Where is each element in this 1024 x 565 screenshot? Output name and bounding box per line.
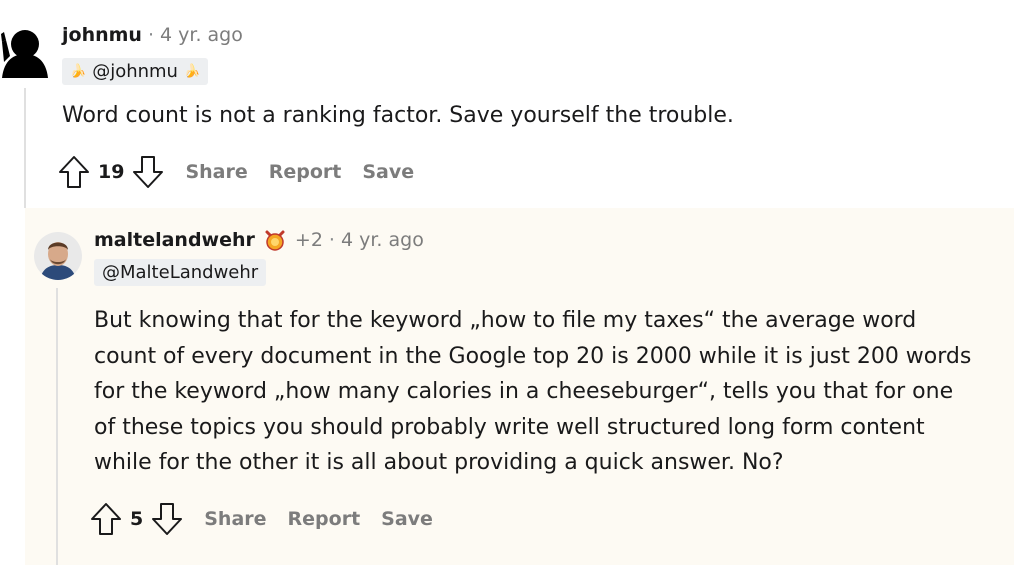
comment-body-line: for the keyword „how many calories in a …	[94, 379, 954, 404]
save-button[interactable]: Save	[362, 161, 414, 183]
comment-body-line: of these topics you should probably writ…	[94, 414, 925, 440]
award-icon[interactable]	[263, 228, 287, 252]
separator-dot: ·	[147, 24, 154, 46]
vote-score: 5	[130, 508, 144, 530]
separator-dot: ·	[328, 229, 335, 251]
save-button[interactable]: Save	[381, 508, 433, 530]
thread-line[interactable]	[24, 88, 26, 208]
flair-text: @johnmu	[92, 61, 178, 82]
timestamp[interactable]: 4 yr. ago	[160, 24, 243, 46]
vote-score: 19	[98, 161, 125, 183]
report-button[interactable]: Report	[288, 508, 361, 530]
comment-actions: 5 Share Report Save	[90, 502, 433, 536]
downvote-icon[interactable]	[132, 155, 164, 189]
timestamp[interactable]: 4 yr. ago	[341, 229, 424, 251]
comment-meta: johnmu · 4 yr. ago	[62, 24, 243, 46]
author-name[interactable]: johnmu	[62, 24, 142, 46]
user-avatar-icon	[34, 232, 82, 280]
banana-emoji-icon: 🍌	[183, 64, 201, 79]
upvote-icon[interactable]	[58, 155, 90, 189]
comment-body-line: while for the other it is all about prov…	[94, 450, 784, 475]
user-avatar-icon	[1, 30, 48, 78]
downvote-icon[interactable]	[151, 502, 183, 536]
karma-count: +2	[294, 229, 323, 251]
flair-text: @MalteLandwehr	[102, 262, 259, 283]
share-button[interactable]: Share	[204, 508, 266, 530]
award-icon	[265, 230, 285, 251]
comment-body: But knowing that for the keyword „how to…	[94, 303, 971, 481]
thread-line[interactable]	[56, 288, 58, 565]
comment-body-line: count of every document in the Google to…	[94, 343, 972, 369]
comment-maltelandwehr: maltelandwehr +2 · 4 yr. ago @MalteLandw…	[25, 208, 1014, 565]
avatar[interactable]	[34, 232, 82, 280]
user-flair: @MalteLandwehr	[94, 259, 267, 286]
user-flair: 🍌 @johnmu 🍌	[62, 58, 209, 85]
author-name[interactable]: maltelandwehr	[94, 229, 255, 251]
banana-emoji-icon: 🍌	[70, 64, 87, 79]
upvote-icon[interactable]	[90, 502, 122, 536]
comment-johnmu: johnmu · 4 yr. ago 🍌 @johnmu 🍌 Word coun…	[0, 0, 1024, 208]
comment-body: Word count is not a ranking factor. Save…	[62, 103, 734, 128]
comment-body-line: But knowing that for the keyword „how to…	[94, 308, 917, 333]
comment-actions: 19 Share Report Save	[58, 155, 414, 189]
comment-meta: maltelandwehr +2 · 4 yr. ago	[94, 228, 424, 252]
avatar[interactable]	[0, 22, 50, 78]
share-button[interactable]: Share	[185, 161, 247, 183]
report-button[interactable]: Report	[269, 161, 342, 183]
